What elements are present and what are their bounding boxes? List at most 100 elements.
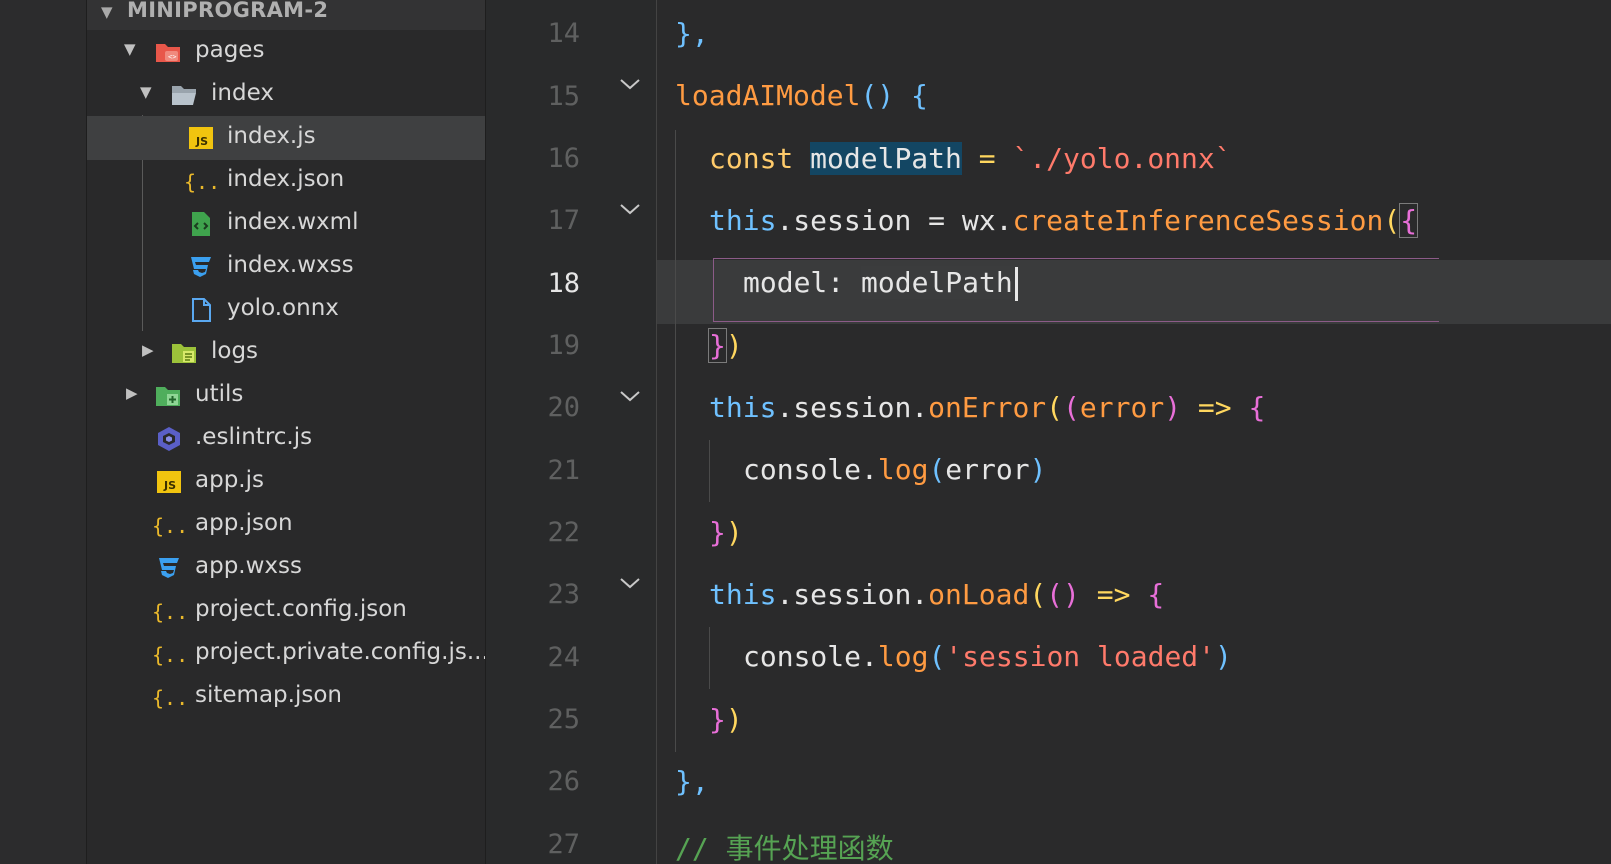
code-line-21[interactable]: console.log(error): [657, 439, 1046, 503]
line-number: 17: [547, 205, 580, 236]
code-token: (): [860, 79, 895, 112]
json-file-icon: {..}: [152, 640, 200, 668]
code-comment: // 事件处理函数: [675, 832, 894, 864]
code-token: },: [675, 17, 709, 50]
code-token: {: [1248, 391, 1266, 424]
json-file-icon: {..}: [184, 167, 232, 195]
tree-item-sitemap[interactable]: {..} sitemap.json: [87, 675, 485, 719]
code-line-18[interactable]: model: modelPath: [657, 252, 1018, 316]
code-line-14[interactable]: },: [657, 3, 724, 67]
js-file-icon: JS: [187, 124, 215, 152]
css-file-icon: [187, 253, 215, 281]
line-number: 26: [547, 766, 580, 797]
code-token: console.: [743, 640, 878, 673]
fold-chevron-icon[interactable]: [619, 201, 641, 215]
code-token: this: [709, 204, 777, 237]
tree-item-index-json[interactable]: {..} index.json: [87, 159, 485, 203]
tree-item-label: utils: [195, 381, 244, 407]
chevron-down-icon: ▼: [124, 40, 136, 58]
line-number-gutter: 14 15 16 17 18 19 20 21 22 23 24 25 26 2…: [486, 0, 656, 864]
code-line-22[interactable]: }): [657, 502, 743, 566]
tree-item-project-config[interactable]: {..} project.config.json: [87, 589, 485, 633]
tree-item-index-folder[interactable]: ▼ index: [87, 73, 485, 117]
code-token: error: [945, 453, 1030, 486]
code-line-16[interactable]: const modelPath = `./yolo.onnx`: [657, 128, 1232, 192]
svg-text:JS: JS: [163, 479, 176, 492]
code-token: error: [1079, 391, 1165, 424]
tree-item-label: index.json: [227, 166, 345, 192]
tree-item-label: logs: [211, 338, 259, 364]
line-number: 21: [547, 455, 580, 486]
svg-text:{..}: {..}: [152, 686, 184, 710]
utils-folder-icon: [154, 382, 182, 410]
tree-item-index-wxml[interactable]: index.wxml: [87, 202, 485, 246]
code-token-highlighted: modelPath: [810, 142, 962, 175]
code-line-23[interactable]: this.session.onLoad(() => {: [657, 564, 1164, 628]
code-token: (: [1383, 204, 1401, 237]
svg-text:{..}: {..}: [152, 643, 184, 667]
code-text: }): [708, 328, 743, 363]
tree-item-label: .eslintrc.js: [195, 424, 313, 450]
generic-file-icon: [187, 296, 215, 324]
code-token: ): [725, 516, 743, 549]
code-token: {: [894, 79, 928, 112]
code-line-27[interactable]: // 事件处理函数: [657, 813, 894, 864]
code-line-26[interactable]: },: [657, 751, 724, 815]
line-number: 15: [547, 81, 580, 112]
code-token: 'session loaded': [945, 640, 1216, 673]
tree-item-label: index: [211, 80, 274, 106]
tree-item-index-js[interactable]: JS index.js: [87, 116, 485, 160]
tree-item-index-wxss[interactable]: index.wxss: [87, 245, 485, 289]
code-token: .session = wx.: [776, 204, 1013, 237]
tree-item-utils[interactable]: ▶ utils: [87, 374, 485, 418]
tree-item-label: app.json: [195, 510, 293, 536]
fold-chevron-icon[interactable]: [619, 575, 641, 589]
code-token: (: [1063, 391, 1080, 424]
line-number-active: 18: [547, 268, 580, 299]
tree-item-label: project.config.json: [195, 596, 407, 622]
code-token: const: [709, 142, 794, 175]
tree-item-project-private-config[interactable]: {..} project.private.config.js...: [87, 632, 485, 676]
code-text: loadAIModel() {: [675, 79, 928, 112]
code-token-highlighted: modelPath: [861, 266, 1013, 299]
tree-item-logs[interactable]: ▶ logs: [87, 331, 485, 375]
matching-bracket: {: [1399, 203, 1419, 238]
code-token: }: [709, 516, 726, 549]
code-token: (: [1029, 578, 1047, 611]
code-line-17[interactable]: this.session = wx.createInferenceSession…: [657, 190, 1419, 254]
activity-bar: [0, 0, 86, 864]
code-line-20[interactable]: this.session.onError((error) => {: [657, 377, 1265, 441]
matching-bracket: }: [708, 328, 727, 363]
code-line-15[interactable]: loadAIModel() {: [657, 65, 928, 129]
tree-item-app-wxss[interactable]: app.wxss: [87, 546, 485, 590]
code-line-19[interactable]: }): [657, 315, 743, 379]
code-token: ): [1164, 391, 1182, 424]
code-editor[interactable]: }, loadAIModel() { const modelPath = `./…: [656, 0, 1611, 864]
tree-item-app-json[interactable]: {..} app.json: [87, 503, 485, 547]
tree-item-eslintrc[interactable]: .eslintrc.js: [87, 417, 485, 461]
code-token: (: [1046, 391, 1064, 424]
explorer-section-header[interactable]: ▼ MINIPROGRAM-2: [87, 0, 485, 30]
tree-item-app-js[interactable]: JS app.js: [87, 460, 485, 504]
code-line-24[interactable]: console.log('session loaded'): [657, 626, 1232, 690]
explorer-sidebar: ▼ MINIPROGRAM-2 ▼ <> pages ▼ index JS in…: [86, 0, 486, 864]
code-token: this: [709, 391, 777, 424]
text-cursor: [1015, 267, 1018, 301]
code-token: ): [725, 703, 743, 736]
code-token: .session.: [776, 391, 929, 424]
tree-item-pages[interactable]: ▼ <> pages: [87, 30, 485, 74]
code-line-25[interactable]: }): [657, 689, 743, 753]
fold-chevron-icon[interactable]: [619, 76, 641, 90]
fold-chevron-icon[interactable]: [619, 388, 641, 402]
code-token: =>: [1079, 578, 1148, 611]
chevron-down-icon: ▼: [140, 83, 152, 101]
tree-item-yolo-onnx[interactable]: yolo.onnx: [87, 288, 485, 332]
wxml-file-icon: [187, 210, 215, 238]
tree-item-label: sitemap.json: [195, 682, 342, 708]
chevron-down-icon: ▼: [101, 3, 113, 21]
code-token: (: [928, 640, 946, 673]
json-file-icon: {..}: [152, 683, 200, 711]
code-text: this.session = wx.createInferenceSession…: [709, 203, 1419, 238]
chevron-right-icon: ▶: [126, 384, 138, 402]
json-file-icon: {..}: [152, 511, 200, 539]
